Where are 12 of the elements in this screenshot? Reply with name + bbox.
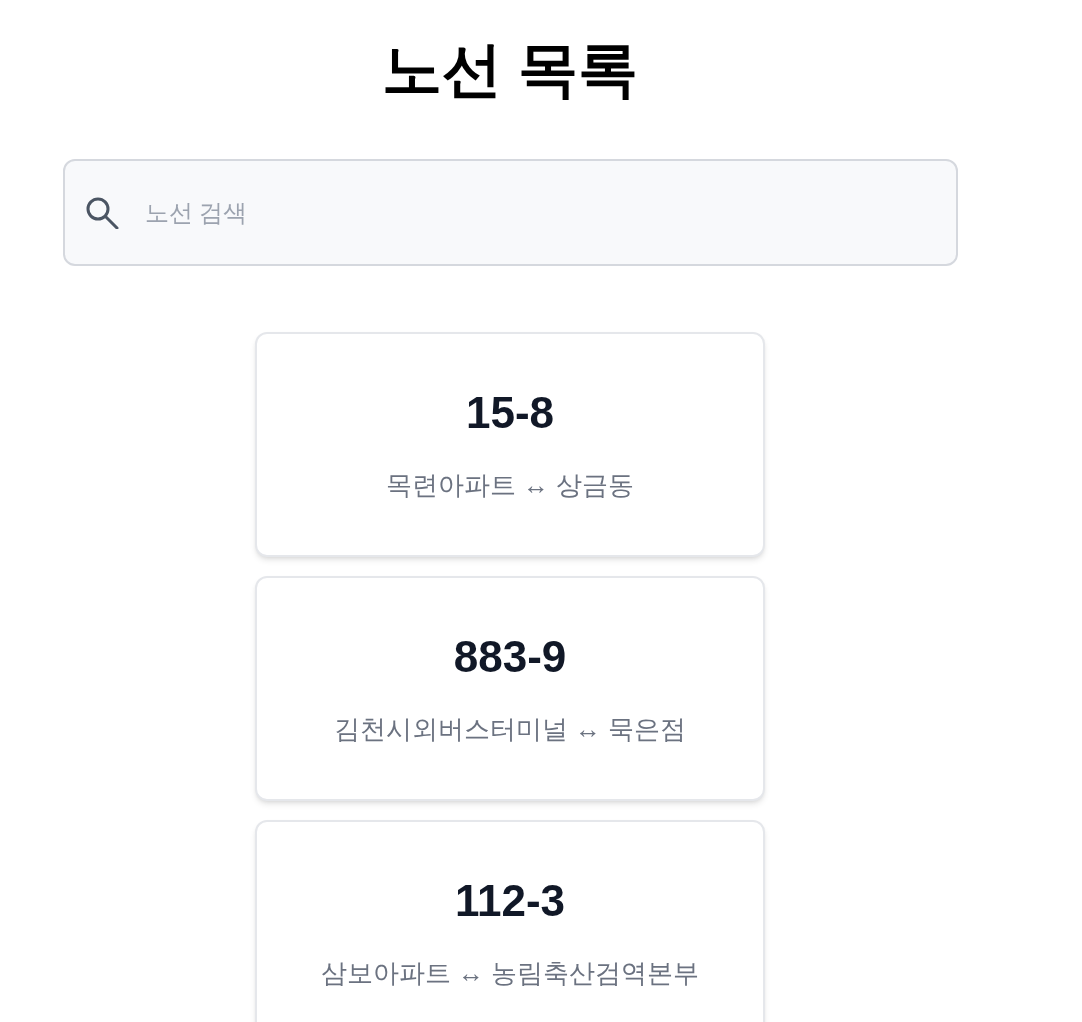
route-endpoints: 삼보아파트 ↔ 농림축산검역본부 — [320, 957, 700, 990]
route-number: 112-3 — [454, 875, 566, 927]
route-card[interactable]: 112-3 삼보아파트 ↔ 농림축산검역본부 — [255, 820, 765, 1022]
page-title: 노선 목록 — [381, 38, 639, 102]
route-number: 883-9 — [453, 631, 567, 683]
route-endpoints: 목련아파트 ↔ 상금동 — [385, 469, 635, 502]
route-card[interactable]: 883-9 김천시외버스터미널 ↔ 묵은점 — [255, 576, 765, 801]
search-field[interactable]: 노선 검색 — [62, 159, 958, 266]
route-endpoints: 김천시외버스터미널 ↔ 묵은점 — [333, 713, 687, 746]
route-card[interactable]: 15-8 목련아파트 ↔ 상금동 — [255, 332, 765, 557]
search-icon — [84, 195, 119, 229]
route-number: 15-8 — [465, 387, 555, 439]
